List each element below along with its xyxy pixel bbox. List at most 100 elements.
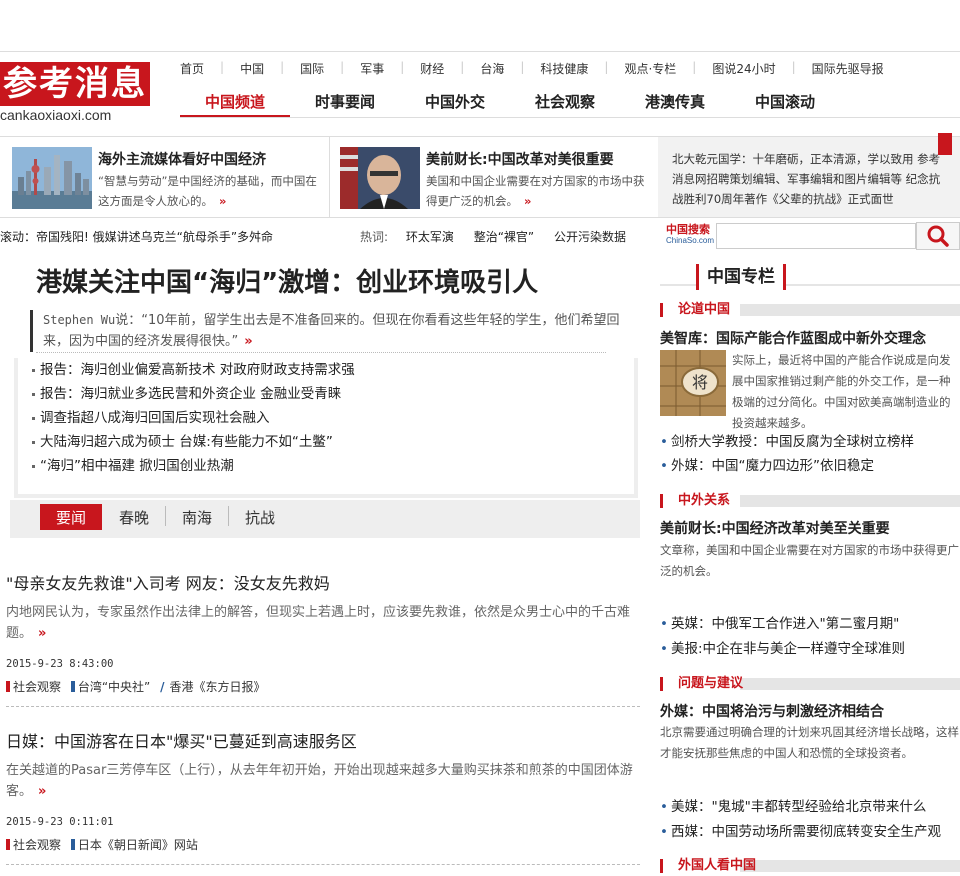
list-item[interactable]: 西媒：中国劳动场所需要彻底转变安全生产观 [660, 820, 941, 840]
tag-source[interactable]: 日本《朝日新闻》网站 [71, 836, 198, 853]
tab-south-china-sea[interactable]: 南海 [168, 504, 226, 530]
svg-text:将: 将 [692, 373, 708, 392]
nav-item-china[interactable]: 中国 [240, 60, 264, 80]
nav-item-finance[interactable]: 财经 [420, 60, 444, 80]
search-button[interactable] [916, 222, 960, 250]
tab-spring-gala[interactable]: 春晚 [106, 504, 162, 530]
list-item[interactable]: 外媒：中国“魔力四边形”依旧稳定 [660, 454, 874, 474]
hot-word[interactable]: 整治“裸官” [474, 230, 534, 244]
feature-card[interactable]: 美前财长:中国改革对美很重要 美国和中国企业需要在对方国家的市场中获得更广泛的机… [330, 137, 658, 217]
feature-card[interactable]: 海外主流媒体看好中国经济 “智慧与劳动”是中国经济的基础，而中国在这方面是令人放… [0, 137, 330, 217]
top-divider [0, 51, 960, 52]
section-title[interactable]: 论道中国 [678, 300, 730, 320]
skyline-thumbnail[interactable] [12, 147, 92, 209]
nav-item-herald[interactable]: 国际先驱导报 [812, 60, 884, 80]
list-item[interactable]: 剑桥大学教授：中国反腐为全球树立榜样 [660, 430, 914, 450]
tag-source[interactable]: / 香港《东方日报》 [160, 678, 265, 695]
list-item[interactable]: 英媒：中俄军工合作进入"第二蜜月期" [660, 612, 899, 632]
channel-tab-news[interactable]: 时事要闻 [290, 88, 400, 118]
tab-war-of-resistance[interactable]: 抗战 [232, 504, 288, 530]
list-item[interactable]: 报告：海归就业多选民营和外资企业 金融业受青睐 [32, 382, 634, 406]
more-arrow[interactable]: » [38, 626, 46, 641]
more-arrow[interactable]: » [244, 334, 252, 349]
main-headline[interactable]: 港媒关注中国“海归”激增：创业环境吸引人 [36, 262, 538, 299]
more-arrow[interactable]: » [524, 194, 531, 208]
logo-seal: 参考消息 [0, 62, 150, 106]
related-list: 报告：海归创业偏爱高新技术 对政府财政支持需求强 报告：海归就业多选民营和外资企… [14, 358, 638, 498]
logo-domain: cankaoxiaoxi.com [0, 107, 112, 123]
news-tags: 社会观察 台湾“中央社” / 香港《东方日报》 [6, 678, 640, 695]
quote-speaker: Stephen Wu [43, 313, 116, 327]
list-item[interactable]: 大陆海归超六成为硕士 台媒:有些能力不如“土鳖” [32, 430, 634, 454]
news-date: 2015-9-23 8:43:00 [6, 658, 114, 670]
news-date: 2015-9-23 0:11:01 [6, 816, 114, 828]
chinaso-logo: 中国搜索 ChinaSo.com [666, 223, 715, 246]
list-item[interactable]: 报告：海归创业偏爱高新技术 对政府财政支持需求强 [32, 358, 634, 382]
section-header: 中外关系 [660, 491, 960, 511]
chess-piece-image: 将 [660, 350, 726, 416]
section-header: 外国人看中国 [660, 856, 960, 876]
section-desc: 实际上，最近将中国的产能合作说成是向发展中国家推销过剩产能的外交工作，是一种极端… [732, 353, 951, 430]
channel-tab-rolling[interactable]: 中国滚动 [730, 88, 840, 118]
section-title[interactable]: 问题与建议 [678, 674, 743, 694]
feature-desc: “智慧与劳动”是中国经济的基础，而中国在这方面是令人放心的。» [98, 174, 317, 208]
section-desc: 北京需要通过明确合理的计划来巩固其经济增长战略，这样才能安抚那些焦虑的中国人和恐… [660, 725, 959, 760]
channel-tab-diplomacy[interactable]: 中国外交 [400, 88, 510, 118]
column-header: 中国专栏 [660, 264, 960, 292]
notice-box[interactable]: 北大乾元国学：十年磨砺，正本清源，学以致用 参考消息网招聘策划编辑、军事编辑和图… [658, 137, 960, 217]
news-divider [6, 706, 640, 707]
search-input[interactable] [716, 223, 916, 249]
channel-tab-society[interactable]: 社会观察 [510, 88, 620, 118]
dotted-divider [36, 352, 606, 353]
nav-item-taiwan[interactable]: 台海 [480, 60, 504, 80]
channel-tab-china[interactable]: 中国频道 [180, 88, 290, 118]
more-arrow[interactable]: » [38, 784, 46, 799]
news-divider [6, 864, 640, 865]
channel-tab-hkmacau[interactable]: 港澳传真 [620, 88, 730, 118]
hot-word[interactable]: 环太军演 [406, 230, 454, 244]
rolling-ticker[interactable]: 滚动：帝国残阳! 俄媒讲述乌克兰“航母杀手”多舛命 [0, 228, 273, 245]
news-title[interactable]: 日媒：中国游客在日本"爆买"已蔓延到高速服务区 [6, 728, 640, 752]
news-desc: 在关越道的Pasar三芳停车区（上行），从去年年初开始，开始出现越来越多大量购买… [6, 763, 633, 799]
column-title: 中国专栏 [696, 264, 786, 290]
more-arrow[interactable]: » [219, 194, 226, 208]
news-item: "母亲女友先救谁"入司考 网友：没女友先救妈 内地网民认为，专家虽然作出法律上的… [6, 570, 640, 695]
nav-item-world[interactable]: 国际 [300, 60, 324, 80]
section-title[interactable]: 外国人看中国 [678, 856, 756, 876]
feature-strip: 海外主流媒体看好中国经济 “智慧与劳动”是中国经济的基础，而中国在这方面是令人放… [0, 133, 960, 218]
tag-society[interactable]: 社会观察 [6, 678, 61, 695]
list-item[interactable]: 调查指超八成海归回国后实现社会融入 [32, 406, 634, 430]
site-logo[interactable]: 参考消息 cankaoxiaoxi.com [0, 60, 152, 123]
tag-society[interactable]: 社会观察 [6, 836, 61, 853]
nav-divider [180, 117, 960, 118]
section-headline[interactable]: 外媒：中国将治污与刺激经济相结合 [660, 701, 884, 721]
list-item[interactable]: “海归”相中福建 掀归国创业热潮 [32, 454, 634, 478]
nav-item-tech-health[interactable]: 科技健康 [540, 60, 588, 80]
feature-title[interactable]: 美前财长:中国改革对美很重要 [426, 149, 614, 169]
nav-item-military[interactable]: 军事 [360, 60, 384, 80]
list-item[interactable]: 美报:中企在非与美企一样遵守全球准则 [660, 637, 905, 657]
news-desc: 内地网民认为，专家虽然作出法律上的解答，但现实上若遇上时，应该要先救谁，依然是众… [6, 605, 631, 641]
portrait-thumbnail[interactable] [340, 147, 420, 209]
nav-item-home[interactable]: 首页 [180, 60, 204, 80]
nav-item-opinion[interactable]: 观点·专栏 [624, 60, 676, 80]
section-title[interactable]: 中外关系 [678, 491, 730, 511]
section-headline[interactable]: 美智库：国际产能合作蓝图成中新外交理念 [660, 328, 926, 348]
channel-nav: 中国频道 时事要闻 中国外交 社会观察 港澳传真 中国滚动 [180, 88, 840, 118]
feature-desc: 美国和中国企业需要在对方国家的市场中获得更广泛的机会。» [426, 174, 645, 208]
section-header: 论道中国 [660, 300, 960, 320]
hot-words-label: 热词: [360, 230, 389, 244]
hot-word[interactable]: 公开污染数据 [554, 230, 626, 244]
tab-headlines[interactable]: 要闻 [40, 504, 102, 530]
news-title[interactable]: "母亲女友先救谁"入司考 网友：没女友先救妈 [6, 570, 640, 594]
tag-source[interactable]: 台湾“中央社” [71, 678, 150, 695]
top-nav: 首页 | 中国 | 国际 | 军事 | 财经 | 台海 | 科技健康 | 观点·专栏 | 图说2… [180, 60, 884, 80]
list-item[interactable]: 美媒："鬼城"丰都转型经验给北京带来什么 [660, 795, 926, 815]
news-item: 日媒：中国游客在日本"爆买"已蔓延到高速服务区 在关越道的Pasar三芳停车区（… [6, 728, 640, 853]
section-desc: 文章称，美国和中国企业需要在对方国家的市场中获得更广泛的机会。 [660, 543, 959, 578]
nav-item-photo-24h[interactable]: 图说24小时 [712, 60, 775, 80]
news-tags: 社会观察 日本《朝日新闻》网站 [6, 836, 640, 853]
feature-title[interactable]: 海外主流媒体看好中国经济 [98, 149, 266, 169]
hot-words: 热词: 环太军演 整治“裸官” 公开污染数据 [360, 228, 642, 245]
section-headline[interactable]: 美前财长:中国经济改革对美至关重要 [660, 518, 890, 538]
